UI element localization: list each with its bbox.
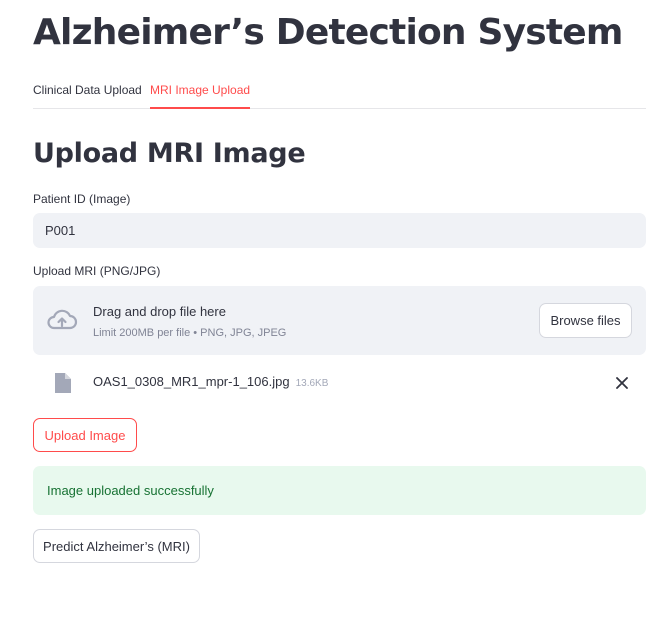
- section-title: Upload MRI Image: [33, 138, 306, 169]
- success-alert-text: Image uploaded successfully: [47, 483, 214, 498]
- uploaded-file-name: OAS1_0308_MR1_mpr-1_106.jpg: [93, 374, 290, 389]
- tab-mri-image-upload[interactable]: MRI Image Upload: [150, 72, 251, 109]
- dropzone-instruction: Drag and drop file here: [93, 304, 226, 319]
- patient-id-input[interactable]: [33, 213, 646, 248]
- uploaded-file-size: 13.6KB: [295, 378, 329, 389]
- tab-bar: Clinical Data Upload MRI Image Upload: [33, 72, 646, 109]
- upload-mri-label: Upload MRI (PNG/JPG): [33, 264, 161, 278]
- app-title: Alzheimer’s Detection System: [33, 12, 623, 53]
- tab-clinical-data-upload[interactable]: Clinical Data Upload: [33, 72, 142, 108]
- uploaded-file-row: OAS1_0308_MR1_mpr-1_106.jpg 13.6KB: [33, 365, 646, 399]
- success-alert: Image uploaded successfully: [33, 466, 646, 515]
- patient-id-label: Patient ID (Image): [33, 192, 131, 206]
- browse-files-button[interactable]: Browse files: [539, 303, 632, 338]
- upload-image-button[interactable]: Upload Image: [33, 418, 137, 452]
- predict-mri-button[interactable]: Predict Alzheimer’s (MRI): [33, 529, 200, 563]
- app-page: Alzheimer’s Detection System Clinical Da…: [0, 0, 670, 630]
- file-dropzone[interactable]: Drag and drop file here Limit 200MB per …: [33, 286, 646, 355]
- dropzone-limit-text: Limit 200MB per file • PNG, JPG, JPEG: [93, 327, 287, 339]
